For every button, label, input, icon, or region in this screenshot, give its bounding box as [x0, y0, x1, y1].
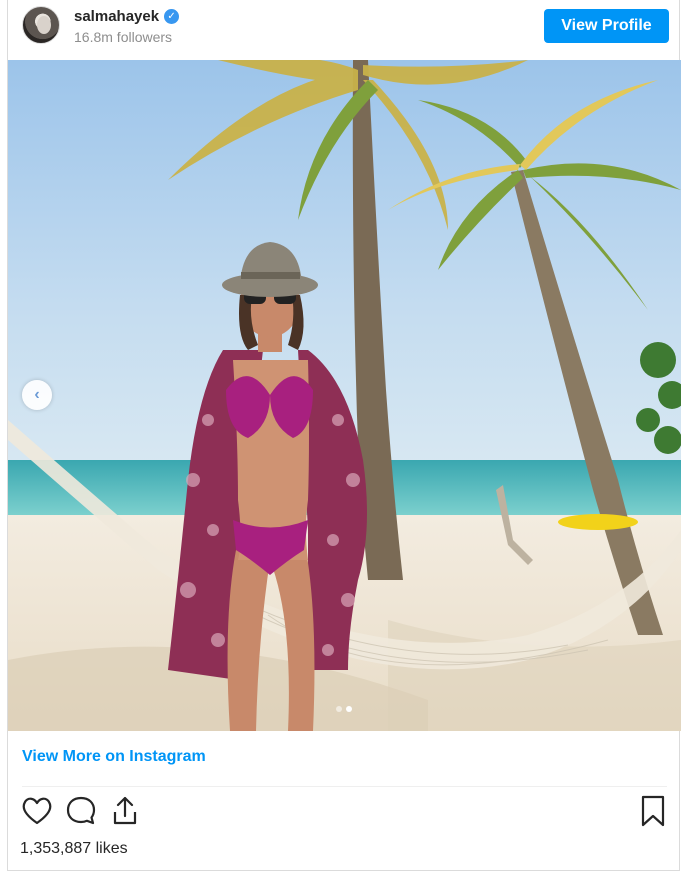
username-row: salmahayek ✓: [74, 8, 180, 25]
post-header: salmahayek ✓ 16.8m followers View Profil…: [8, 0, 679, 58]
instagram-embed-card: salmahayek ✓ 16.8m followers View Profil…: [7, 0, 681, 871]
avatar[interactable]: [22, 6, 60, 44]
post-photo[interactable]: ‹: [8, 60, 681, 731]
carousel-dot-active: [346, 706, 352, 712]
action-bar: [8, 794, 679, 830]
view-more-on-instagram-link[interactable]: View More on Instagram: [22, 748, 206, 766]
like-count[interactable]: 1,353,887 likes: [20, 840, 128, 858]
bookmark-icon[interactable]: [636, 794, 670, 828]
beach-photo-illustration: [8, 60, 681, 731]
carousel-dot: [336, 706, 342, 712]
carousel-indicator: [336, 706, 352, 712]
username[interactable]: salmahayek: [74, 8, 159, 25]
heart-icon[interactable]: [20, 794, 54, 828]
divider: [22, 786, 667, 787]
follower-count: 16.8m followers: [74, 29, 173, 45]
verified-badge-icon: ✓: [164, 9, 180, 24]
view-profile-button[interactable]: View Profile: [544, 9, 669, 43]
comment-icon[interactable]: [64, 794, 98, 828]
share-icon[interactable]: [108, 794, 142, 828]
chevron-left-icon[interactable]: ‹: [22, 380, 52, 410]
